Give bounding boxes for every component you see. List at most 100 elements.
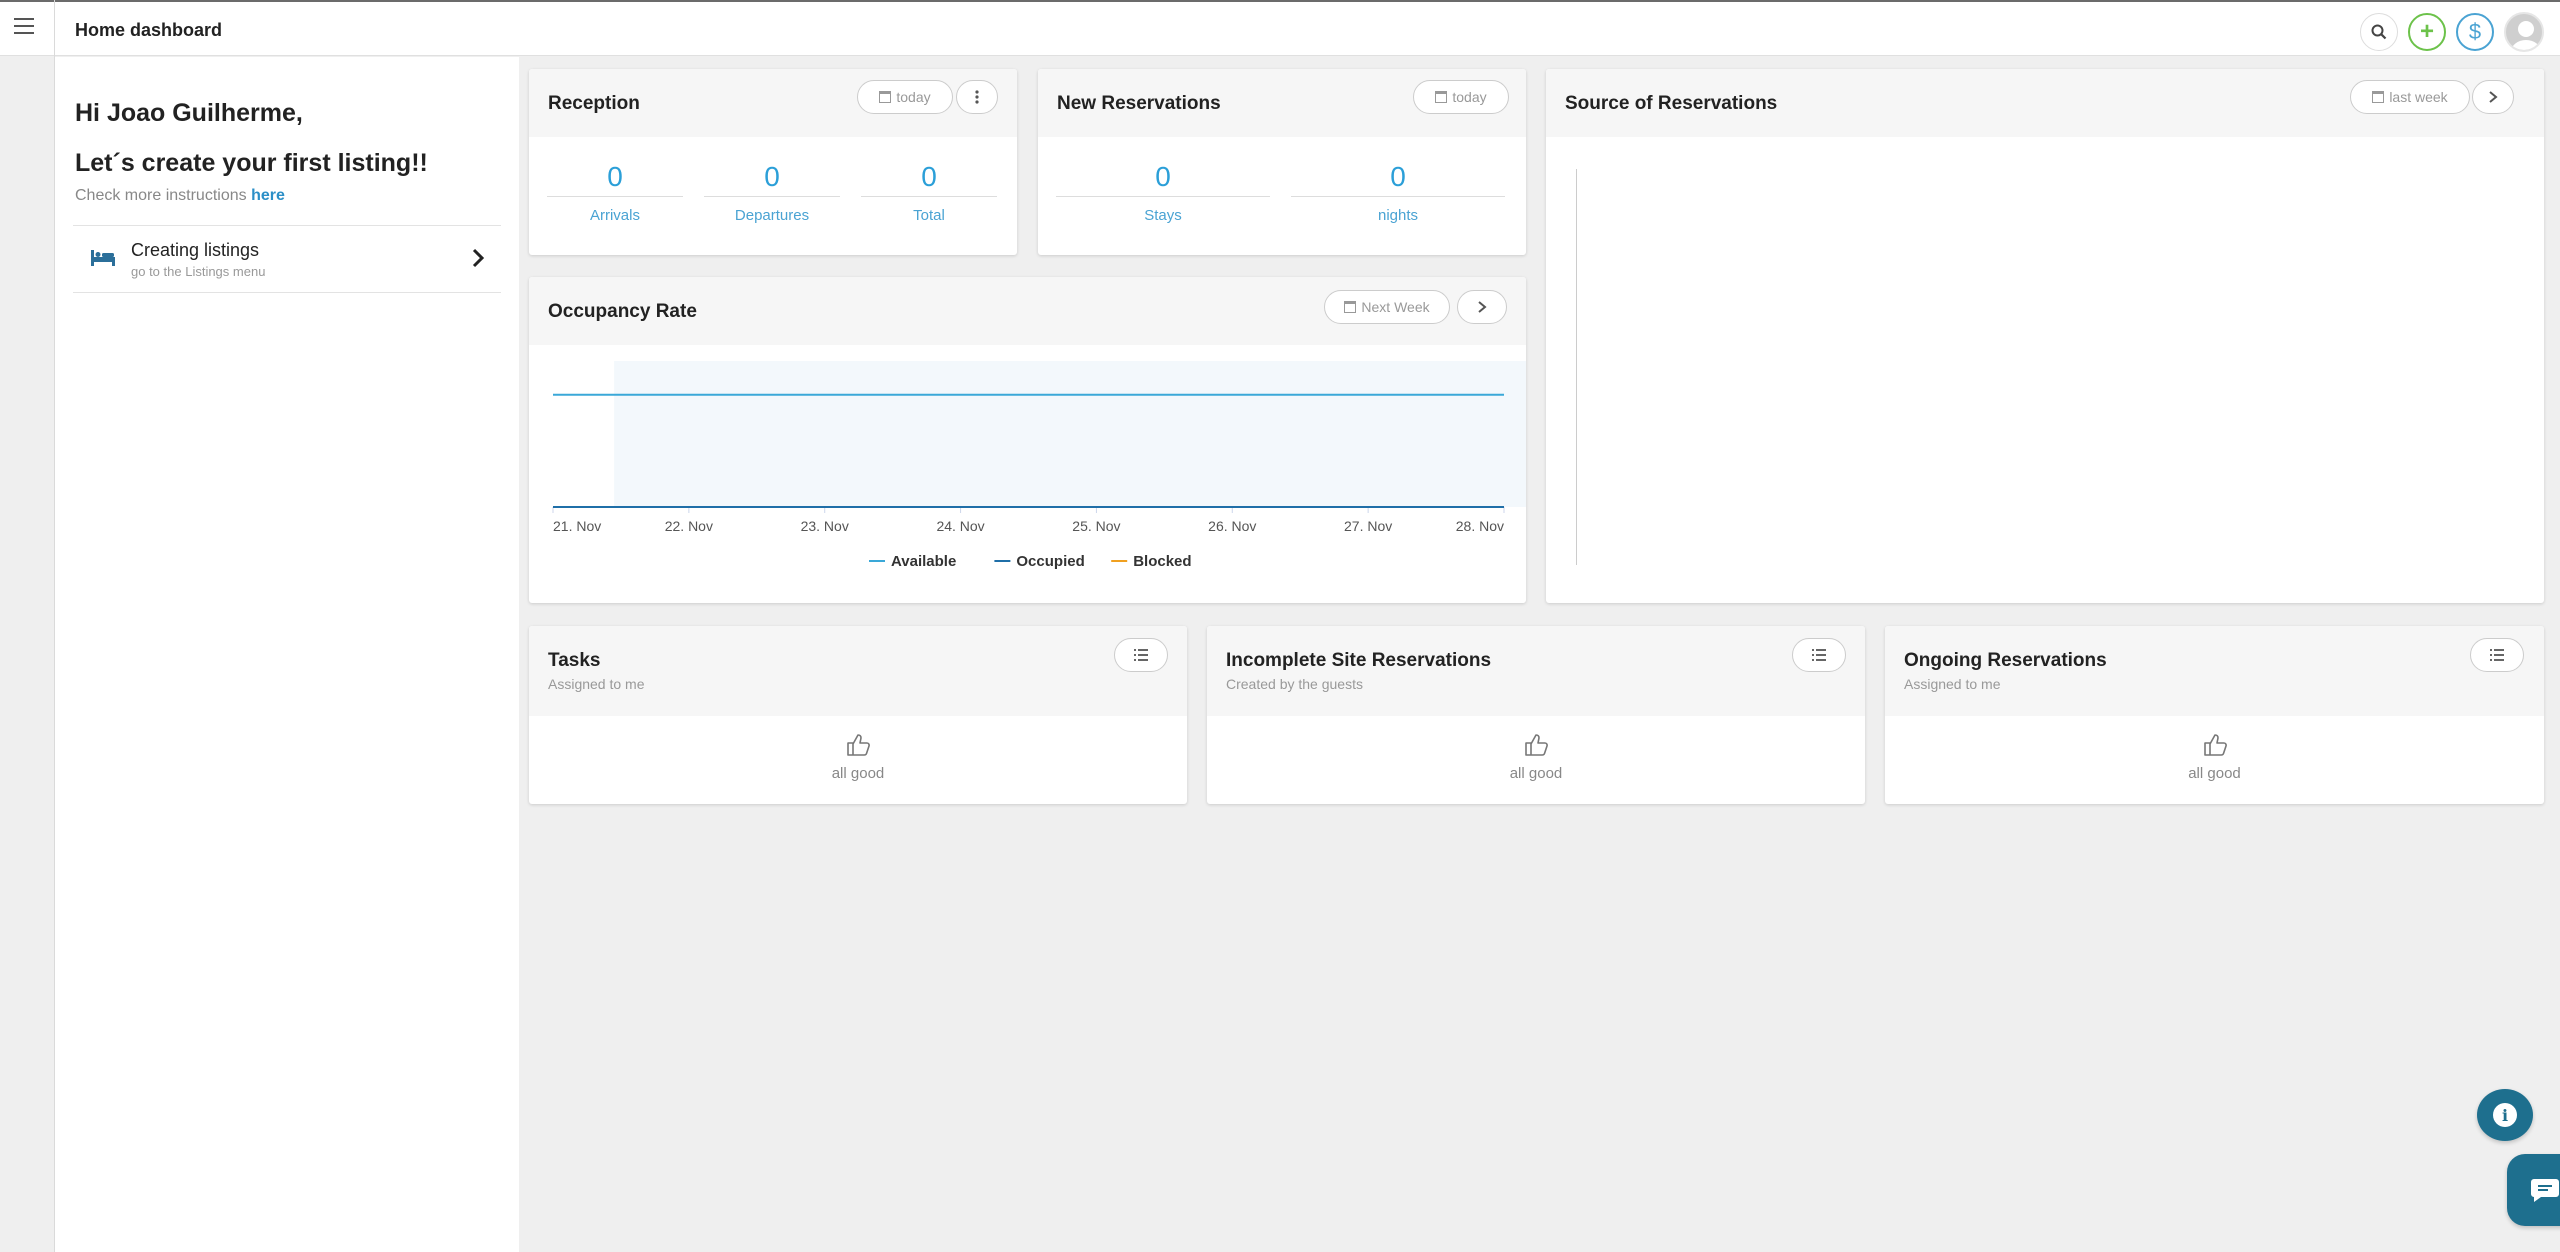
thumbs-up-icon <box>847 734 870 756</box>
add-button[interactable]: + <box>2408 13 2446 51</box>
empty-label: all good <box>831 765 885 782</box>
period-label: last week <box>2389 89 2448 105</box>
empty-label: all good <box>1509 765 1563 782</box>
list-view-button[interactable] <box>1792 638 1846 672</box>
stat-arrivals: 0 Arrivals <box>547 157 683 224</box>
instructions-text: Check more instructions here <box>75 187 285 205</box>
empty-state: all good <box>529 732 1187 782</box>
info-icon: i <box>2493 1103 2517 1127</box>
thumbs-up-icon <box>2203 734 2227 756</box>
chart-x-tick-label: 26. Nov <box>1208 518 1256 534</box>
instructions-prefix: Check more instructions <box>75 187 252 204</box>
card-title: Source of Reservations <box>1565 93 1778 114</box>
chart-x-tick-label: 27. Nov <box>1344 518 1392 534</box>
more-options-button[interactable] <box>956 80 998 114</box>
occupancy-rate-card: Occupancy Rate Next Week 21. Nov 22. Nov 2… <box>529 277 1526 603</box>
instructions-link[interactable]: here <box>251 187 285 204</box>
list-icon <box>1134 649 1148 661</box>
empty-state: all good <box>1885 732 2544 782</box>
card-title: New Reservations <box>1057 93 1221 114</box>
dollar-icon: $ <box>2468 19 2482 44</box>
stat-value: 0 <box>704 157 840 197</box>
plus-icon: + <box>2419 18 2434 45</box>
stat-value: 0 <box>1056 157 1270 197</box>
list-icon <box>2490 649 2504 661</box>
stat-stays: 0 Stays <box>1056 157 1270 224</box>
source-of-reservations-card: Source of Reservations last week <box>1546 69 2544 603</box>
list-view-button[interactable] <box>1114 638 1168 672</box>
card-subtitle: Assigned to me <box>1904 676 2001 692</box>
stat-value: 0 <box>1291 157 1505 197</box>
chart-highlight-band <box>614 361 1526 507</box>
period-label: today <box>896 89 931 105</box>
period-button[interactable]: today <box>1413 80 1509 114</box>
card-title: Tasks <box>548 650 601 671</box>
tasks-card: Tasks Assigned to me all good <box>529 626 1187 804</box>
page-title: Home dashboard <box>75 20 223 40</box>
bed-icon <box>91 250 115 266</box>
stat-value: 0 <box>547 157 683 197</box>
empty-state: all good <box>1207 732 1865 782</box>
top-actions: + $ <box>2360 12 2544 52</box>
legend-label: Available <box>891 553 956 570</box>
chart-x-tick-label: 22. Nov <box>665 518 713 534</box>
incomplete-site-reservations-card: Incomplete Site Reservations Created by … <box>1207 626 1865 804</box>
stat-label: Departures <box>734 207 810 224</box>
chat-button[interactable] <box>2507 1154 2560 1226</box>
list-view-button[interactable] <box>2470 638 2524 672</box>
greeting: Hi Joao Guilherme, <box>75 99 303 127</box>
welcome-panel: Hi Joao Guilherme, Let´s create your fir… <box>55 57 519 1252</box>
card-header <box>529 626 1187 716</box>
stat-label: Stays <box>1144 207 1182 224</box>
calendar-icon <box>879 91 892 103</box>
top-bar: Home dashboard + $ <box>0 0 2560 56</box>
thumbs-up-icon <box>1525 734 1548 756</box>
new-reservations-card: New Reservations today 0 Stays 0 nights <box>1038 69 1526 255</box>
stat-value: 0 <box>861 157 997 197</box>
card-subtitle: Created by the guests <box>1226 676 1363 692</box>
occupancy-chart: 21. Nov 22. Nov 23. Nov 24. Nov 25. Nov 26. N… <box>552 361 1526 570</box>
card-title: Incomplete Site Reservations <box>1226 650 1492 671</box>
chart-x-tick-label: 28. Nov <box>1456 518 1504 534</box>
period-label: today <box>1452 89 1487 105</box>
legend-label: Blocked <box>1133 553 1191 570</box>
stat-total: 0 Total <box>861 157 997 224</box>
chart-x-tick-label: 23. Nov <box>801 518 849 534</box>
stat-departures: 0 Departures <box>704 157 840 224</box>
search-icon <box>2371 24 2387 40</box>
period-button[interactable]: last week <box>2350 80 2470 114</box>
empty-chart-axis <box>1576 169 1577 565</box>
item-title: Creating listings <box>131 240 260 260</box>
chat-icon <box>2531 1179 2559 1202</box>
creating-listings-item[interactable]: Creating listings go to the Listings men… <box>73 225 501 293</box>
hamburger-menu-icon[interactable] <box>14 18 34 36</box>
payments-button[interactable]: $ <box>2456 13 2494 51</box>
item-subtitle: go to the Listings menu <box>131 264 266 279</box>
stat-label: Total <box>913 207 945 224</box>
stat-label: nights <box>1377 207 1419 224</box>
ongoing-reservations-card: Ongoing Reservations Assigned to me all … <box>1885 626 2544 804</box>
welcome-headline: Let´s create your first listing!! <box>75 149 428 177</box>
chart-x-tick-label: 25. Nov <box>1072 518 1120 534</box>
chevron-right-icon <box>2489 91 2498 103</box>
vertical-dots-icon <box>975 90 979 104</box>
reception-card: Reception today 0 Arrivals 0 Departures 0 T… <box>529 69 1017 255</box>
chart-x-tick-label: 24. Nov <box>936 518 984 534</box>
avatar[interactable] <box>2504 12 2544 52</box>
next-button[interactable] <box>2472 80 2514 114</box>
period-button[interactable]: today <box>857 80 953 114</box>
stat-label: Arrivals <box>589 207 640 224</box>
chevron-right-icon <box>472 248 485 268</box>
calendar-icon <box>2372 91 2385 103</box>
empty-label: all good <box>2188 765 2241 782</box>
calendar-icon <box>1435 91 1448 103</box>
card-title: Reception <box>548 93 640 114</box>
legend-label: Occupied <box>1016 553 1084 570</box>
chart-x-tick-label: 21. Nov <box>553 518 601 534</box>
card-title: Ongoing Reservations <box>1904 650 2107 671</box>
info-button[interactable]: i <box>2477 1089 2533 1141</box>
search-button[interactable] <box>2360 13 2398 51</box>
list-icon <box>1812 649 1826 661</box>
card-subtitle: Assigned to me <box>548 676 645 692</box>
stat-nights: 0 nights <box>1291 157 1505 224</box>
